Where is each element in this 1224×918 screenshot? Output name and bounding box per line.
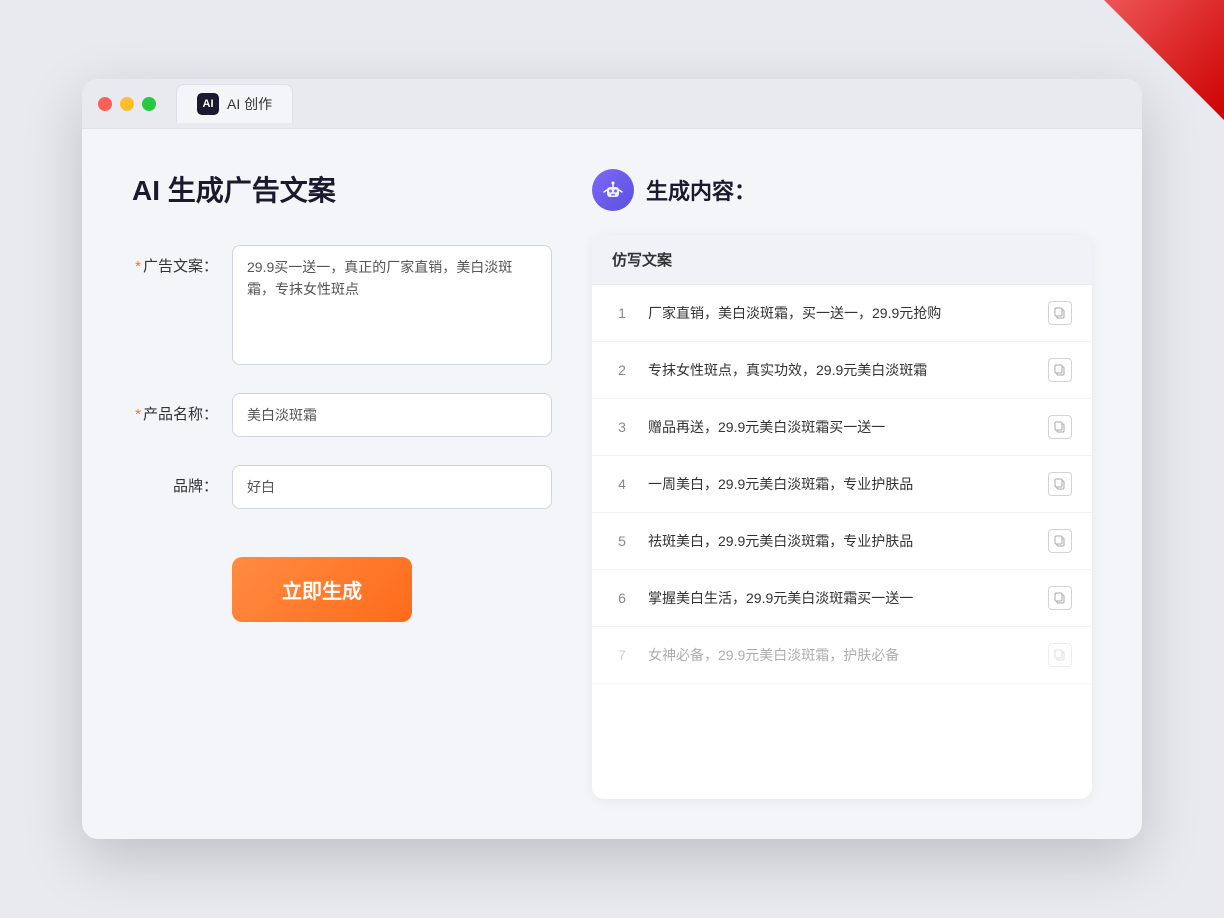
- brand-input[interactable]: [232, 465, 552, 509]
- brand-group: 品牌：: [132, 465, 552, 509]
- minimize-button[interactable]: [120, 97, 134, 111]
- result-title: 生成内容：: [646, 174, 756, 206]
- left-panel: AI 生成广告文案 *广告文案： *产品名称： 品牌： 立: [132, 169, 552, 799]
- copy-button[interactable]: [1048, 415, 1072, 439]
- table-row: 1 厂家直销，美白淡斑霜，买一送一，29.9元抢购: [592, 285, 1092, 342]
- row-number: 7: [612, 647, 632, 663]
- table-row: 3 赠品再送，29.9元美白淡斑霜买一送一: [592, 399, 1092, 456]
- row-text: 赠品再送，29.9元美白淡斑霜买一送一: [648, 417, 1032, 438]
- row-number: 5: [612, 533, 632, 549]
- product-name-label: *产品名称：: [132, 393, 232, 424]
- title-bar: AI AI 创作: [82, 79, 1142, 129]
- row-number: 3: [612, 419, 632, 435]
- maximize-button[interactable]: [142, 97, 156, 111]
- row-number: 2: [612, 362, 632, 378]
- row-text: 祛斑美白，29.9元美白淡斑霜，专业护肤品: [648, 531, 1032, 552]
- page-title: AI 生成广告文案: [132, 169, 552, 209]
- traffic-lights: [98, 97, 156, 111]
- row-text: 厂家直销，美白淡斑霜，买一送一，29.9元抢购: [648, 303, 1032, 324]
- close-button[interactable]: [98, 97, 112, 111]
- table-header: 仿写文案: [592, 235, 1092, 285]
- tab-icon: AI: [197, 93, 219, 115]
- copy-button[interactable]: [1048, 529, 1072, 553]
- copy-button[interactable]: [1048, 358, 1072, 382]
- result-table: 仿写文案 1 厂家直销，美白淡斑霜，买一送一，29.9元抢购 2 专抹女性斑点，…: [592, 235, 1092, 799]
- copy-button[interactable]: [1048, 472, 1072, 496]
- row-text: 掌握美白生活，29.9元美白淡斑霜买一送一: [648, 588, 1032, 609]
- generate-button[interactable]: 立即生成: [232, 557, 412, 622]
- table-row: 6 掌握美白生活，29.9元美白淡斑霜买一送一: [592, 570, 1092, 627]
- table-row: 4 一周美白，29.9元美白淡斑霜，专业护肤品: [592, 456, 1092, 513]
- product-name-input[interactable]: [232, 393, 552, 437]
- tab-label: AI 创作: [227, 94, 272, 114]
- result-header: 生成内容：: [592, 169, 1092, 211]
- result-rows: 1 厂家直销，美白淡斑霜，买一送一，29.9元抢购 2 专抹女性斑点，真实功效，…: [592, 285, 1092, 684]
- ad-copy-input[interactable]: [232, 245, 552, 365]
- row-number: 1: [612, 305, 632, 321]
- required-star-1: *: [135, 258, 141, 275]
- product-name-group: *产品名称：: [132, 393, 552, 437]
- row-text: 女神必备，29.9元美白淡斑霜，护肤必备: [648, 645, 1032, 666]
- brand-label: 品牌：: [132, 465, 232, 496]
- tab-ai-create[interactable]: AI AI 创作: [176, 84, 293, 123]
- row-text: 专抹女性斑点，真实功效，29.9元美白淡斑霜: [648, 360, 1032, 381]
- browser-window: AI AI 创作 AI 生成广告文案 *广告文案： *产品名称：: [82, 79, 1142, 839]
- row-number: 4: [612, 476, 632, 492]
- row-number: 6: [612, 590, 632, 606]
- copy-button[interactable]: [1048, 643, 1072, 667]
- ad-copy-group: *广告文案：: [132, 245, 552, 365]
- ad-copy-label: *广告文案：: [132, 245, 232, 276]
- required-star-2: *: [135, 406, 141, 423]
- table-row: 5 祛斑美白，29.9元美白淡斑霜，专业护肤品: [592, 513, 1092, 570]
- robot-icon: [592, 169, 634, 211]
- right-panel: 生成内容： 仿写文案 1 厂家直销，美白淡斑霜，买一送一，29.9元抢购 2 专…: [592, 169, 1092, 799]
- table-row: 7 女神必备，29.9元美白淡斑霜，护肤必备: [592, 627, 1092, 684]
- main-content: AI 生成广告文案 *广告文案： *产品名称： 品牌： 立: [82, 129, 1142, 839]
- copy-button[interactable]: [1048, 301, 1072, 325]
- copy-button[interactable]: [1048, 586, 1072, 610]
- row-text: 一周美白，29.9元美白淡斑霜，专业护肤品: [648, 474, 1032, 495]
- table-row: 2 专抹女性斑点，真实功效，29.9元美白淡斑霜: [592, 342, 1092, 399]
